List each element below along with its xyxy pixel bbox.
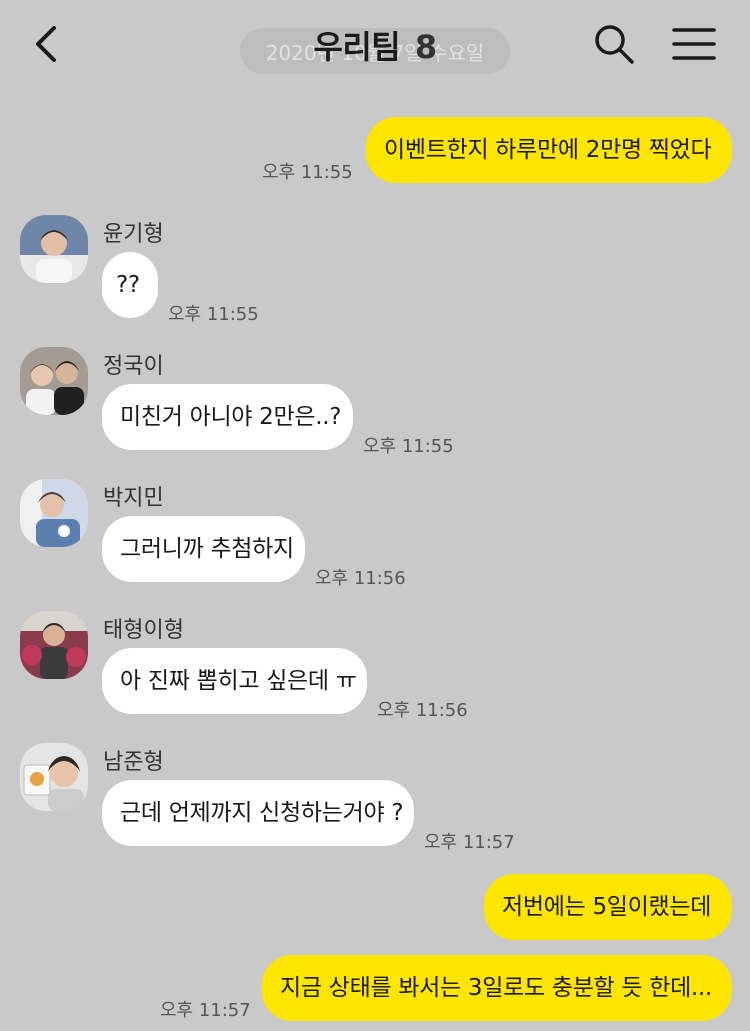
message-bubble-incoming[interactable]: 미친거 아니야 2만은..?: [102, 384, 353, 450]
message-bubble-incoming[interactable]: 아 진짜 뽑히고 싶은데 ㅠ: [102, 648, 367, 714]
profile-photo: [20, 611, 88, 679]
search-button[interactable]: [592, 22, 636, 66]
search-icon: [595, 25, 634, 64]
member-count: 8: [414, 28, 437, 66]
message-time: 오후 11:56: [315, 568, 406, 589]
sender-name: 태형이형: [103, 618, 184, 643]
message-time: 오후 11:56: [377, 700, 468, 721]
message-time: 오후 11:57: [160, 1000, 251, 1021]
message-bubble-incoming[interactable]: 그러니까 추첨하지: [102, 516, 305, 582]
avatar[interactable]: [20, 611, 88, 679]
message-time: 오후 11:55: [168, 304, 259, 325]
avatar[interactable]: [20, 743, 88, 811]
menu-button[interactable]: [672, 26, 716, 62]
message-time: 오후 11:55: [363, 436, 454, 457]
chat-room-name: 우리팀: [313, 28, 401, 66]
sender-name: 박지민: [103, 486, 164, 511]
avatar[interactable]: [20, 347, 88, 415]
profile-photo: [20, 215, 88, 283]
message-bubble-incoming[interactable]: 근데 언제까지 신청하는거야 ?: [102, 780, 414, 846]
hamburger-menu-icon: [672, 28, 716, 60]
message-time: 오후 11:57: [424, 832, 515, 853]
sender-name: 남준형: [103, 750, 164, 775]
message-bubble-outgoing[interactable]: 저번에는 5일이랬는데: [484, 874, 732, 940]
chat-header: 2020년 10월 7일 수요일 우리팀 8: [0, 0, 750, 88]
message-time: 오후 11:55: [262, 162, 353, 183]
message-bubble-outgoing[interactable]: 이벤트한지 하루만에 2만명 찍었다: [366, 117, 732, 183]
chat-title: 우리팀 8: [0, 22, 750, 68]
profile-photo: [20, 743, 88, 811]
avatar[interactable]: [20, 215, 88, 283]
sender-name: 윤기형: [103, 222, 164, 247]
message-bubble-incoming[interactable]: ??: [102, 252, 158, 318]
avatar[interactable]: [20, 479, 88, 547]
sender-name: 정국이: [103, 354, 164, 379]
message-bubble-outgoing[interactable]: 지금 상태를 봐서는 3일로도 충분할 듯 한데...: [262, 955, 732, 1021]
profile-photo: [20, 479, 88, 547]
profile-photo: [20, 347, 88, 415]
